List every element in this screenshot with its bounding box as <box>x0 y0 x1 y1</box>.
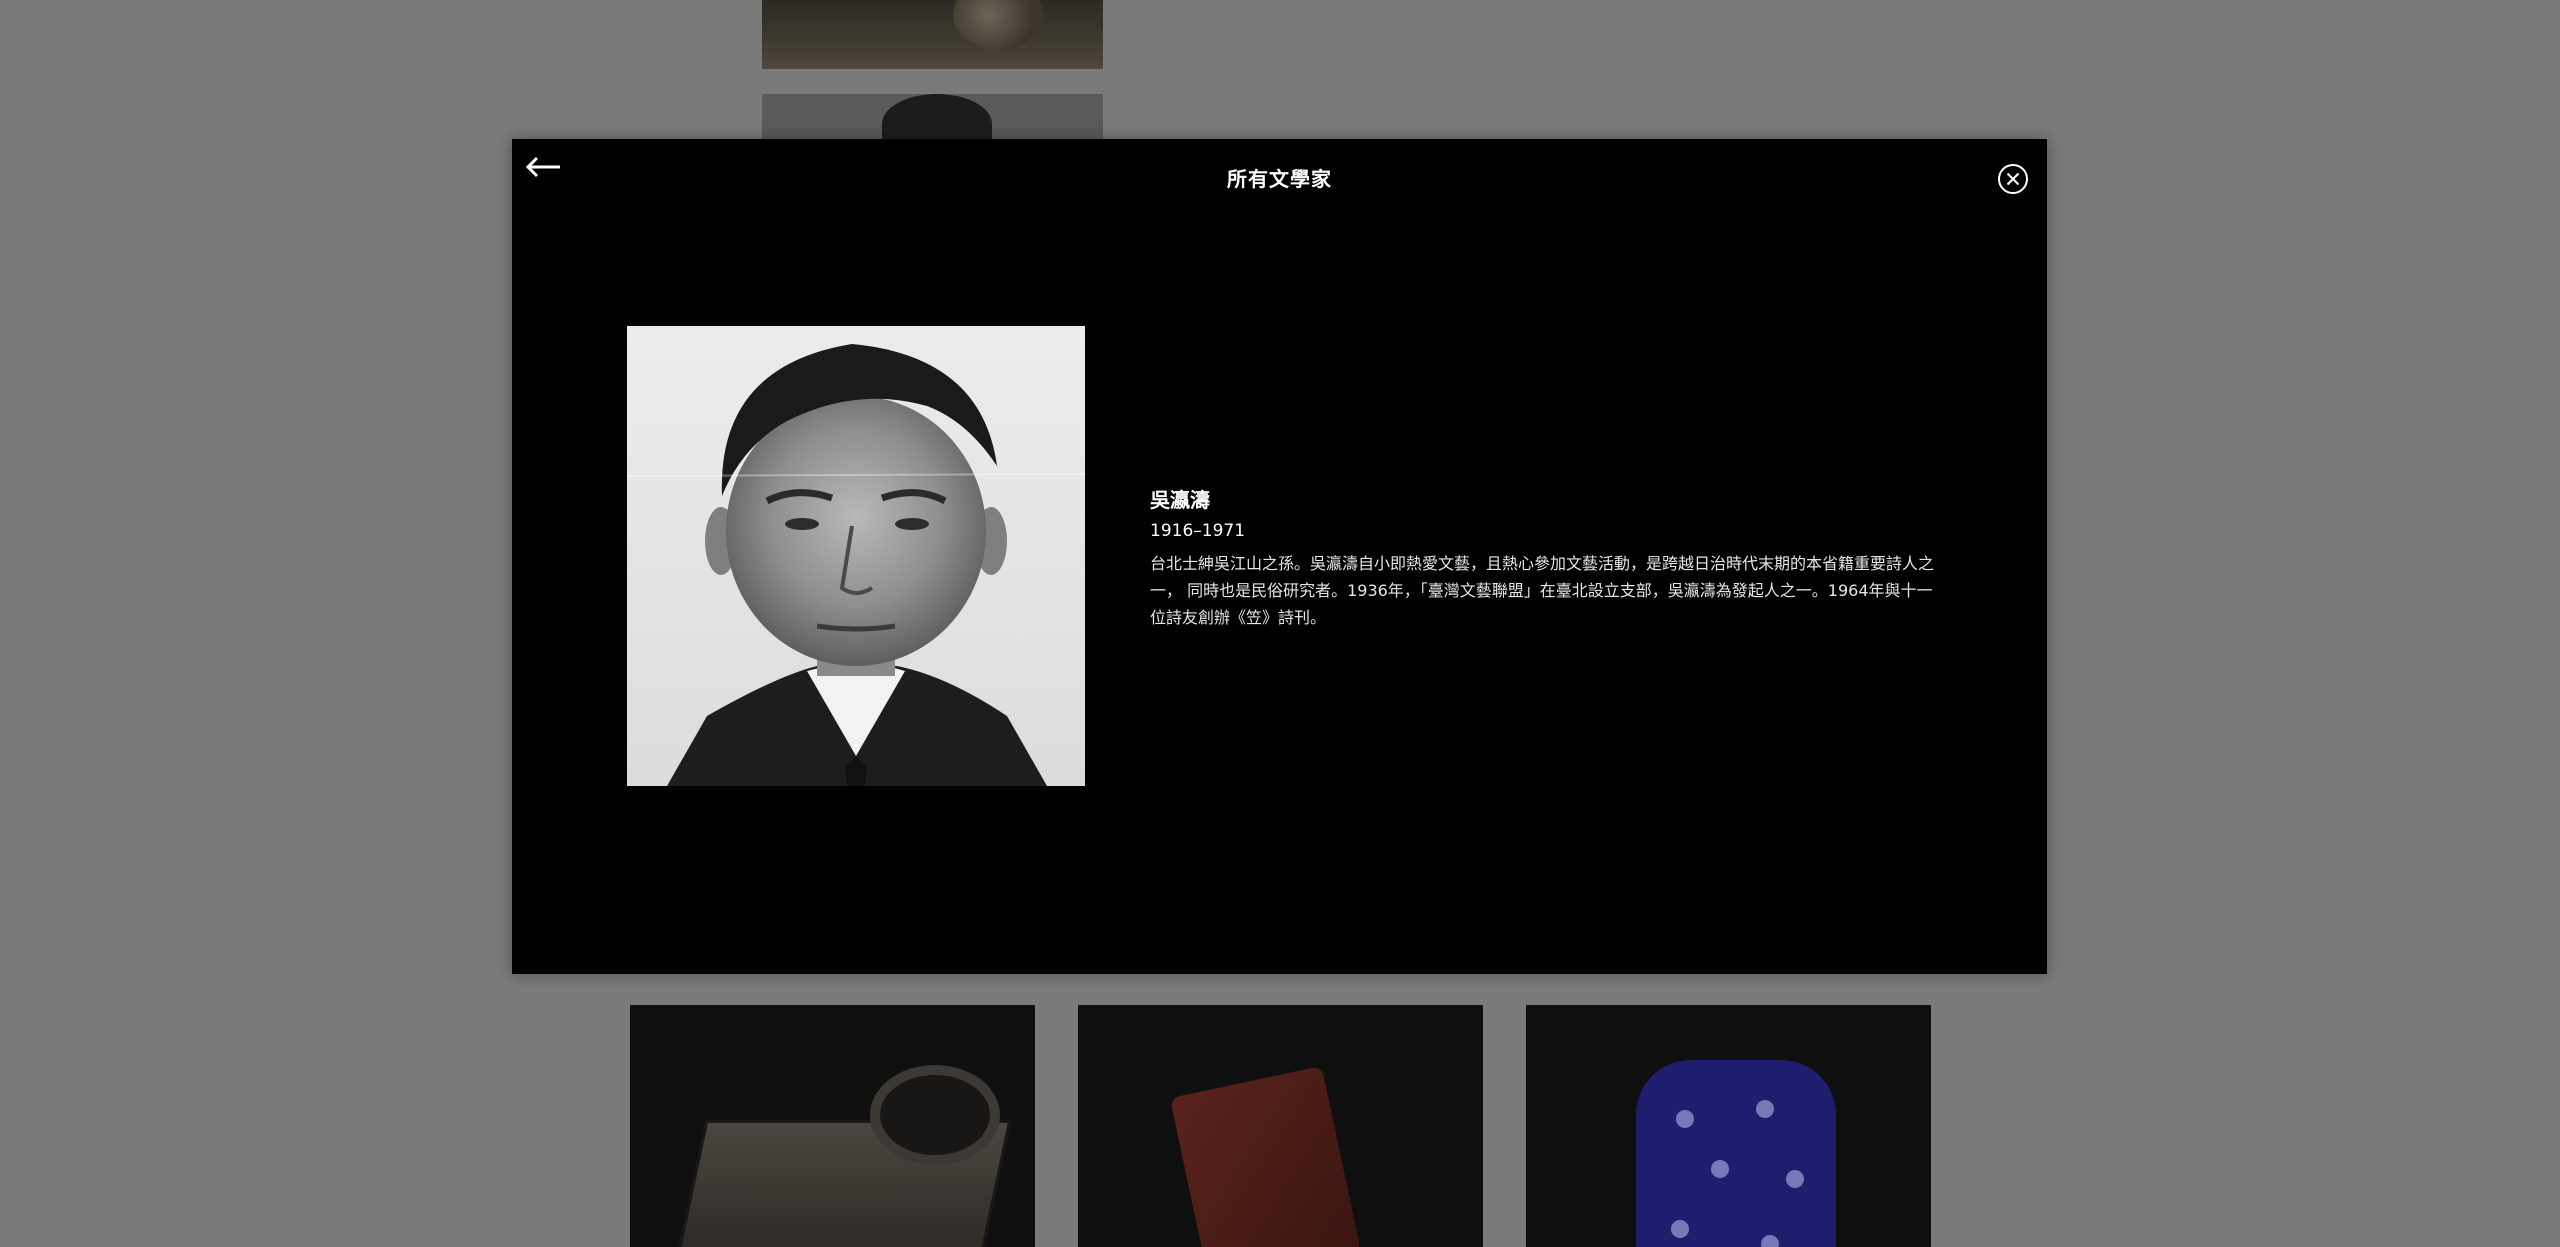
gallery-thumb-portrait[interactable] <box>762 94 1103 144</box>
writer-years: 1916–1971 <box>1150 521 1246 541</box>
close-circle-icon <box>1998 164 2028 194</box>
vest-pattern <box>1786 1170 1804 1188</box>
vest-pattern <box>1676 1110 1694 1128</box>
writer-detail-modal: 所有文學家 吳瀛濤 1916–1971 台北士紳吳江山之孫。吳瀛濤自小即熱愛文藝… <box>512 139 2047 974</box>
close-button[interactable] <box>1997 163 2029 195</box>
writer-name: 吳瀛濤 <box>1150 488 1210 512</box>
gallery-thumb-portrait[interactable] <box>762 0 1103 69</box>
modal-title: 所有文學家 <box>1227 167 1332 191</box>
gallery-card-inkstone[interactable] <box>630 1005 1035 1247</box>
writer-portrait-photo <box>627 326 1085 786</box>
vest-pattern <box>1756 1100 1774 1118</box>
vest-pattern <box>1671 1220 1689 1238</box>
vest-pattern <box>1711 1160 1729 1178</box>
writer-bio: 台北士紳吳江山之孫。吳瀛濤自小即熱愛文藝，且熱心參加文藝活動，是跨越日治時代末期… <box>1150 554 1935 627</box>
portrait-image <box>627 326 1085 786</box>
inkstone-ring-image <box>870 1065 1000 1165</box>
portrait-hair <box>882 94 992 144</box>
vest-pattern <box>1761 1235 1779 1247</box>
page: 所有文學家 吳瀛濤 1916–1971 台北士紳吳江山之孫。吳瀛濤自小即熱愛文藝… <box>0 0 2560 1247</box>
seal-image <box>1169 1065 1362 1247</box>
gallery-card-vest[interactable] <box>1526 1005 1931 1247</box>
writer-info: 吳瀛濤 1916–1971 台北士紳吳江山之孫。吳瀛濤自小即熱愛文藝，且熱心參加… <box>1150 486 1950 631</box>
gallery-card-seal[interactable] <box>1078 1005 1483 1247</box>
portrait-shade <box>953 0 1043 50</box>
vest-image <box>1636 1060 1836 1247</box>
